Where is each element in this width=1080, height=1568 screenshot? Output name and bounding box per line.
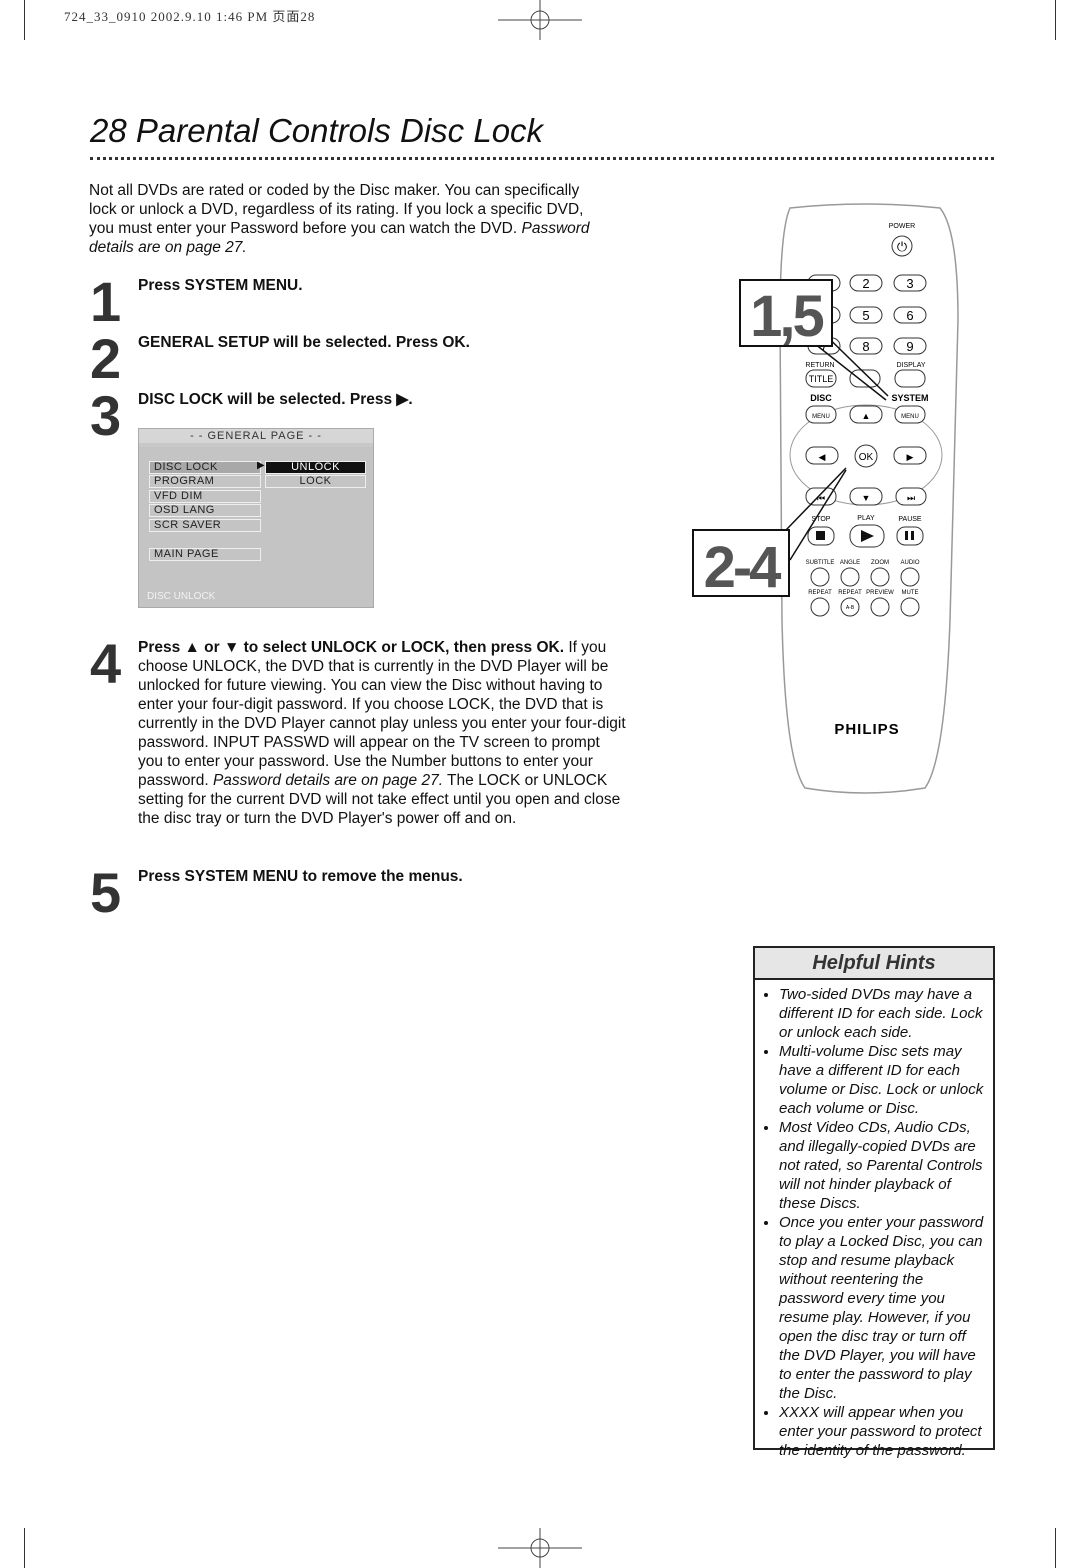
digit-button-3: 3 [906, 276, 913, 291]
registration-mark-icon [498, 1528, 582, 1568]
hints-list: Two-sided DVDs may have a different ID f… [755, 980, 993, 1460]
remote-control-illustration: POWER ⏻ 1 2 3 4 5 6 7 8 9 RETURN DISPLAY… [692, 203, 959, 794]
osd-option-unlock: UNLOCK [265, 461, 366, 474]
digit-button-9: 9 [906, 339, 913, 354]
hint-item: Most Video CDs, Audio CDs, and illegally… [779, 1118, 985, 1213]
stop-icon [816, 531, 825, 540]
print-slug: 724_33_0910 2002.9.10 1:46 PM 页面28 [64, 9, 316, 24]
osd-item-main-page: MAIN PAGE [149, 548, 261, 561]
hint-item: Two-sided DVDs may have a different ID f… [779, 985, 985, 1042]
crop-mark [24, 1528, 25, 1568]
arrow-right-icon: ▶ [257, 460, 265, 471]
power-icon: ⏻ [897, 239, 907, 254]
system-label: SYSTEM [891, 393, 928, 403]
left-arrow-icon: ◀ [819, 452, 826, 462]
audio-label: AUDIO [900, 560, 919, 566]
step-number: 5 [90, 861, 122, 924]
hint-item: Once you enter your password to play a L… [779, 1213, 985, 1403]
zoom-label: ZOOM [871, 560, 889, 566]
registration-mark-icon [498, 0, 582, 40]
title-button: TITLE [809, 374, 834, 384]
intro-text: Not all DVDs are rated or coded by the D… [89, 182, 584, 237]
hint-item: XXXX will appear when you enter your pas… [779, 1403, 985, 1460]
ok-button: OK [859, 452, 874, 463]
digit-button-5: 5 [862, 308, 869, 323]
step-instruction: GENERAL SETUP will be selected. Press OK… [138, 334, 470, 351]
helpful-hints-box: Helpful Hints Two-sided DVDs may have a … [753, 946, 995, 1459]
step-text: DISC LOCK will be selected. Press ▶. [138, 390, 628, 409]
step-instruction: Press ▲ or ▼ to select UNLOCK or LOCK, t… [138, 639, 565, 656]
callout-step-2-4: 2-4 [704, 535, 782, 600]
crop-mark [1055, 1528, 1056, 1568]
angle-label: ANGLE [840, 560, 860, 566]
power-label: POWER [889, 223, 915, 230]
up-arrow-icon: ▲ [862, 411, 871, 421]
osd-status: DISC UNLOCK [147, 591, 216, 602]
step-text: GENERAL SETUP will be selected. Press OK… [138, 333, 628, 352]
step-note: Password details are on page 27. [212, 772, 444, 789]
mute-label: MUTE [902, 590, 919, 596]
osd-option-lock: LOCK [265, 475, 366, 488]
crop-mark [1055, 0, 1056, 40]
callout-step-1-5: 1,5 [750, 284, 823, 349]
digit-button-6: 6 [906, 308, 913, 323]
step-text: Press SYSTEM MENU to remove the menus. [138, 867, 628, 886]
return-label: RETURN [805, 362, 834, 369]
pause-icon [905, 531, 908, 540]
osd-item-osd-lang: OSD LANG [149, 504, 261, 517]
right-arrow-icon: ▶ [907, 452, 914, 462]
step-instruction: DISC LOCK will be selected. Press ▶. [138, 391, 413, 408]
digit-button-2: 2 [862, 276, 869, 291]
step-number: 3 [90, 384, 122, 447]
step-number: 1 [90, 270, 122, 333]
digit-button-8: 8 [862, 339, 869, 354]
crop-mark [24, 0, 25, 40]
osd-item-program: PROGRAM [149, 475, 261, 488]
hints-title: Helpful Hints [755, 948, 993, 980]
subtitle-label: SUBTITLE [806, 560, 835, 566]
display-button [894, 369, 926, 388]
step-number: 2 [90, 327, 122, 390]
osd-item-vfd-dim: VFD DIM [149, 490, 261, 503]
osd-header: - - GENERAL PAGE - - [139, 429, 373, 443]
step-detail: If you choose UNLOCK, the DVD that is cu… [138, 639, 626, 789]
hint-item: Multi-volume Disc sets may have a differ… [779, 1042, 985, 1118]
repeat-ab-label: REPEAT [838, 590, 862, 596]
page-title: 28 Parental Controls Disc Lock [90, 112, 544, 149]
step-text: Press ▲ or ▼ to select UNLOCK or LOCK, t… [138, 638, 628, 828]
osd-general-page-screenshot: - - GENERAL PAGE - - DISC LOCK ▶ UNLOCK … [138, 428, 374, 608]
repeat-label: REPEAT [808, 590, 832, 596]
preview-label: PREVIEW [866, 590, 894, 596]
play-label: PLAY [857, 515, 875, 522]
display-label: DISPLAY [896, 362, 925, 369]
next-icon: ⏭ [907, 493, 915, 503]
step-instruction: Press SYSTEM MENU to remove the menus. [138, 868, 463, 885]
ab-label: A-B [846, 605, 855, 611]
step-instruction: Press SYSTEM MENU. [138, 277, 303, 294]
title-divider [90, 157, 994, 160]
step-text: Press SYSTEM MENU. [138, 276, 628, 295]
down-arrow-icon: ▼ [862, 493, 871, 503]
disc-menu-button: MENU [812, 414, 830, 420]
step-number: 4 [90, 632, 122, 695]
osd-item-disc-lock: DISC LOCK [149, 461, 261, 474]
disc-label: DISC [810, 393, 832, 403]
osd-item-scr-saver: SCR SAVER [149, 519, 261, 532]
pause-label: PAUSE [898, 516, 922, 523]
philips-logo: PHILIPS [834, 721, 899, 738]
system-menu-button: MENU [901, 414, 919, 420]
intro-paragraph: Not all DVDs are rated or coded by the D… [89, 181, 609, 257]
